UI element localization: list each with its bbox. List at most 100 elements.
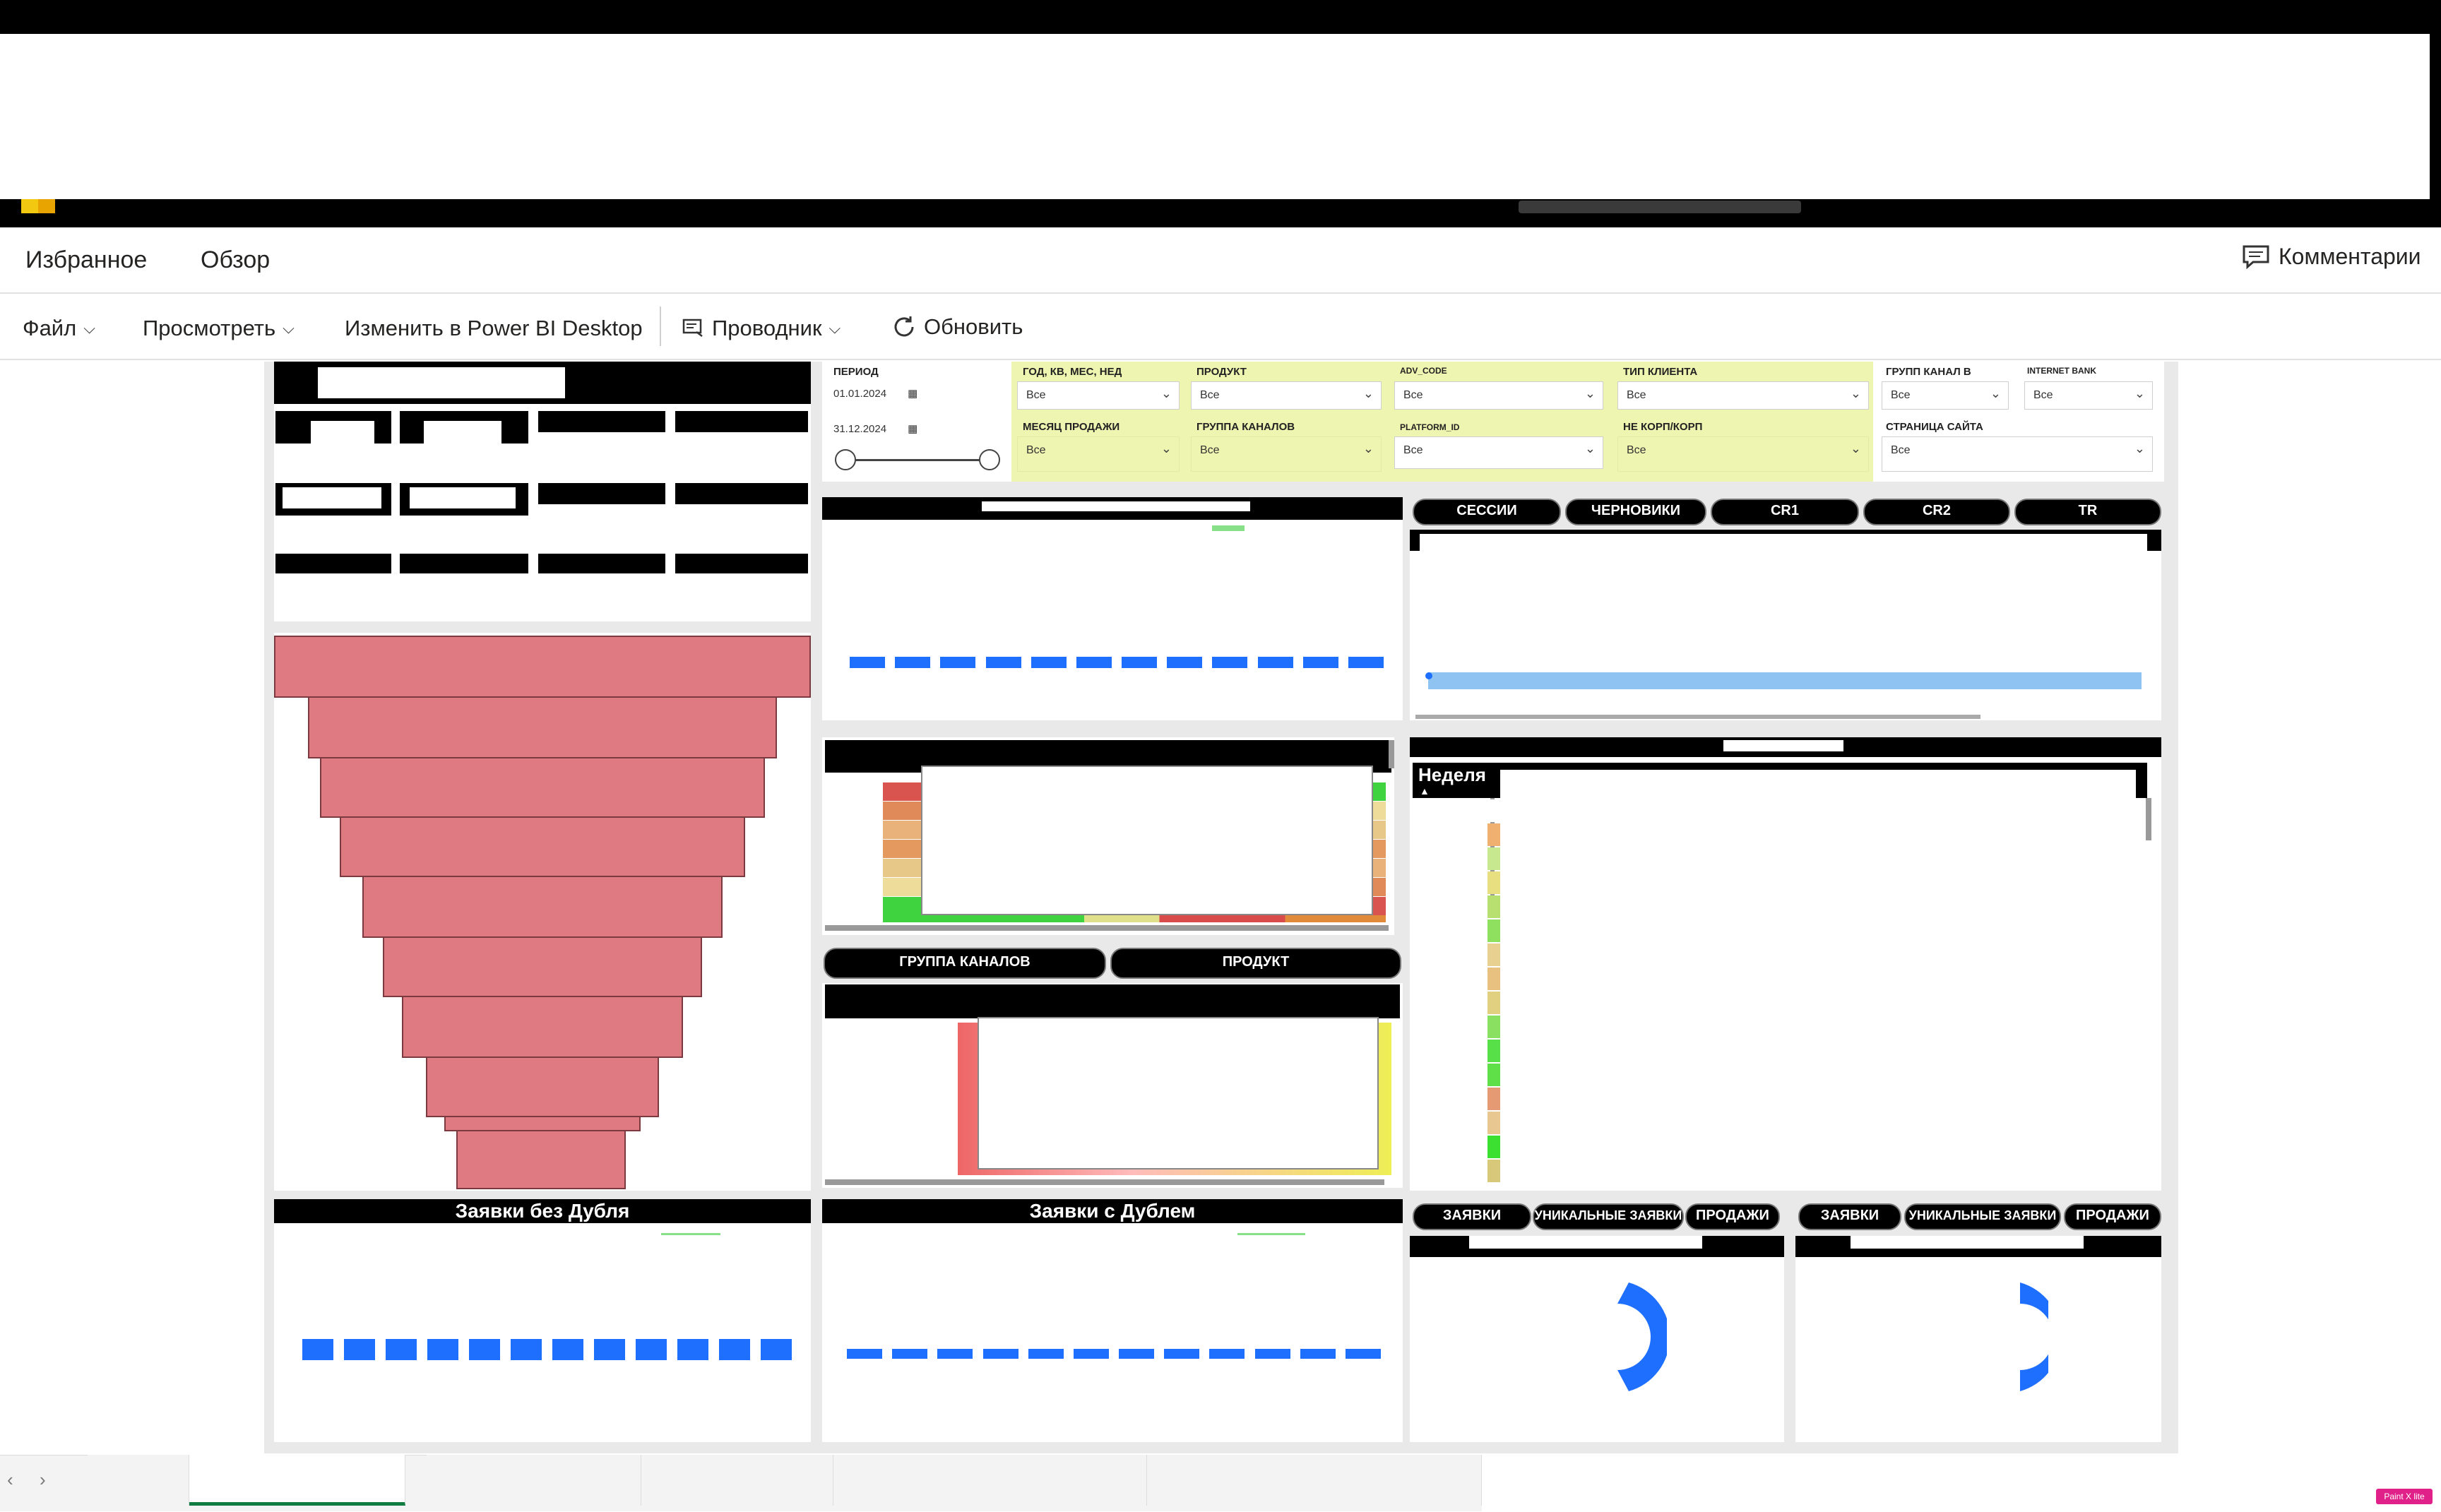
cohort-cell bbox=[1487, 943, 1500, 966]
period-end[interactable]: 31.12.2024 ▦ bbox=[833, 422, 917, 435]
period-slider-handle-start[interactable] bbox=[835, 449, 856, 470]
funnel-stage bbox=[362, 876, 723, 938]
no-dup-panel bbox=[274, 1199, 811, 1442]
no-dup-bar bbox=[427, 1339, 458, 1360]
sessions-button[interactable]: СЕССИИ bbox=[1413, 499, 1561, 525]
weekly-table-scrollbar[interactable] bbox=[825, 925, 1389, 931]
platform-id-slicer[interactable]: Все ⌄ bbox=[1394, 436, 1603, 469]
tab[interactable] bbox=[641, 1455, 833, 1506]
tab[interactable] bbox=[427, 1455, 641, 1506]
refresh-icon bbox=[894, 316, 914, 337]
product-button[interactable]: ПРОДУКТ bbox=[1110, 948, 1401, 979]
year-slicer[interactable]: Все ⌄ bbox=[1017, 381, 1180, 410]
internet-bank-label: INTERNET BANK bbox=[2027, 366, 2096, 376]
requests-button-b[interactable]: ЗАЯВКИ bbox=[1798, 1203, 1901, 1230]
client-type-slicer[interactable]: Все ⌄ bbox=[1617, 381, 1869, 410]
requests-button-a[interactable]: ЗАЯВКИ bbox=[1413, 1203, 1531, 1230]
file-menu[interactable]: Файл ⌵ bbox=[23, 316, 95, 341]
cr1-button[interactable]: CR1 bbox=[1711, 499, 1859, 525]
sales-button-b[interactable]: ПРОДАЖИ bbox=[2064, 1203, 2161, 1230]
period-start-value: 01.01.2024 bbox=[833, 388, 887, 400]
monthly-stats-bar bbox=[1212, 657, 1248, 668]
sessions-area bbox=[1428, 672, 2142, 689]
cohort-cell bbox=[1487, 1064, 1500, 1086]
menu-favorites[interactable]: Избранное bbox=[25, 246, 147, 274]
platform-id-value: Все bbox=[1403, 444, 1423, 456]
period-start[interactable]: 01.01.2024 ▦ bbox=[833, 387, 917, 400]
with-dup-marker bbox=[1237, 1233, 1305, 1235]
site-page-slicer[interactable]: Все ⌄ bbox=[1882, 436, 2153, 472]
monthly-stats-bar bbox=[1348, 657, 1384, 668]
tab-scroll-right-icon[interactable]: › bbox=[40, 1469, 46, 1491]
toolbar-separator bbox=[660, 306, 661, 346]
weekly-row-color bbox=[883, 821, 921, 839]
sales-month-slicer[interactable]: Все ⌄ bbox=[1017, 436, 1180, 472]
with-dup-title: Заявки с Дублем bbox=[822, 1199, 1403, 1223]
group-channel-slicer[interactable]: Все ⌄ bbox=[1882, 381, 2009, 410]
period-slider-handle-end[interactable] bbox=[979, 449, 1000, 470]
group-channel-value: Все bbox=[1891, 389, 1911, 401]
internet-bank-slicer[interactable]: Все ⌄ bbox=[2024, 381, 2153, 410]
funnel-stage bbox=[426, 1056, 659, 1117]
menu-overview[interactable]: Обзор bbox=[201, 246, 270, 274]
chevron-down-icon: ⌵ bbox=[283, 319, 295, 337]
sales-month-label: МЕСЯЦ ПРОДАЖИ bbox=[1023, 421, 1120, 433]
product-slicer[interactable]: Все ⌄ bbox=[1191, 381, 1382, 410]
drafts-button[interactable]: ЧЕРНОВИКИ bbox=[1565, 499, 1706, 525]
kpi-tile-8 bbox=[675, 483, 808, 504]
period-label: ПЕРИОД bbox=[833, 366, 879, 378]
no-dup-bar bbox=[593, 1339, 625, 1360]
unique-requests-button-a[interactable]: УНИКАЛЬНЫЕ ЗАЯВКИ bbox=[1533, 1203, 1684, 1230]
chevron-down-icon: ⌄ bbox=[2134, 386, 2145, 400]
period-slider-track[interactable] bbox=[845, 459, 990, 461]
tab[interactable] bbox=[88, 1455, 189, 1506]
not-corp-slicer[interactable]: Все ⌄ bbox=[1617, 436, 1869, 472]
channel-table-scrollbar[interactable] bbox=[825, 1179, 1384, 1185]
comments-button[interactable]: Комментарии bbox=[2242, 244, 2421, 270]
group-channels-button[interactable]: ГРУППА КАНАЛОВ bbox=[824, 948, 1106, 979]
weekly-row-color-right bbox=[1373, 840, 1386, 858]
paint-x-lite-badge: Paint X lite bbox=[2376, 1489, 2433, 1504]
sessions-chart-header-mask bbox=[1420, 534, 2147, 551]
adv-code-label: ADV_CODE bbox=[1400, 366, 1447, 376]
tab[interactable] bbox=[833, 1455, 1147, 1506]
funnel-stage bbox=[444, 1116, 641, 1131]
sales-button-a[interactable]: ПРОДАЖИ bbox=[1685, 1203, 1780, 1230]
weekly-row-color bbox=[883, 878, 921, 896]
cr2-button[interactable]: CR2 bbox=[1863, 499, 2010, 525]
weekly-row-color-right bbox=[1373, 859, 1386, 877]
not-corp-label: НЕ КОРП/КОРП bbox=[1623, 421, 1703, 433]
explorer-menu[interactable]: Проводник ⌵ bbox=[682, 316, 841, 341]
cohort-scrollbar-v[interactable] bbox=[2146, 798, 2151, 840]
product-label: ПРОДУКТ bbox=[1196, 366, 1247, 378]
funnel-stage bbox=[456, 1130, 626, 1189]
cohort-cell bbox=[1487, 895, 1500, 918]
with-dup-bar bbox=[982, 1349, 1018, 1359]
chevron-down-icon: ⌵ bbox=[828, 319, 841, 337]
channel-table-header bbox=[825, 984, 1400, 1018]
tab-scroll-left-icon[interactable]: ‹ bbox=[7, 1469, 13, 1491]
sessions-scrollbar[interactable] bbox=[1415, 715, 1980, 719]
search-box[interactable] bbox=[1519, 201, 1801, 213]
no-dup-bar bbox=[385, 1339, 417, 1360]
tab-active[interactable] bbox=[189, 1455, 405, 1506]
adv-code-slicer[interactable]: Все ⌄ bbox=[1394, 381, 1603, 410]
platform-id-label: PLATFORM_ID bbox=[1400, 422, 1460, 432]
with-dup-bar bbox=[892, 1349, 928, 1359]
monthly-stats-bar bbox=[985, 657, 1021, 668]
weekly-table-scrollbar-v[interactable] bbox=[1389, 740, 1394, 768]
refresh-button[interactable]: Обновить bbox=[891, 314, 1023, 340]
edit-in-pbi-desktop-button[interactable]: Изменить в Power BI Desktop bbox=[345, 316, 643, 341]
cohort-cell bbox=[1487, 1112, 1500, 1134]
tr-button[interactable]: TR bbox=[2014, 499, 2161, 525]
title-bar-overlay bbox=[0, 34, 2430, 199]
view-menu[interactable]: Просмотреть ⌵ bbox=[143, 316, 295, 341]
sales-month-value: Все bbox=[1026, 444, 1046, 456]
channel-group-slicer[interactable]: Все ⌄ bbox=[1191, 436, 1382, 472]
cohort-col-title[interactable]: Неделя bbox=[1418, 764, 1486, 786]
unique-requests-button-b[interactable]: УНИКАЛЬНЫЕ ЗАЯВКИ bbox=[1904, 1203, 2061, 1230]
cohort-cell bbox=[1487, 1160, 1500, 1182]
kpi-tile-3 bbox=[538, 411, 665, 432]
explorer-label: Проводник bbox=[712, 316, 822, 340]
tab[interactable] bbox=[1147, 1455, 1482, 1506]
